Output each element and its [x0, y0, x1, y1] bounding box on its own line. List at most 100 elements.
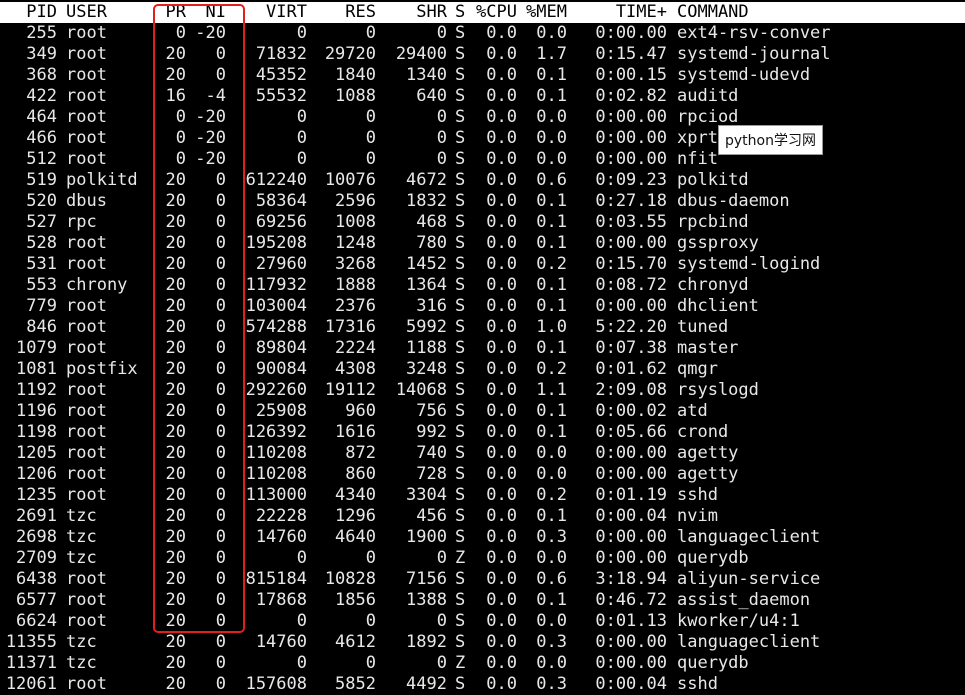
cell-cpu: 0.0: [486, 359, 517, 379]
cell-command: master: [677, 338, 739, 358]
cell-shr: 0: [436, 23, 447, 43]
cell-command: qmgr: [677, 359, 718, 379]
cell-command: xprt: [677, 128, 718, 148]
cell-mem: 0.0: [536, 653, 567, 673]
cell-mem: 0.2: [536, 485, 567, 505]
cell-cpu: 0.0: [486, 191, 517, 211]
cell-command: agetty: [677, 464, 739, 484]
cell-pid: 2698: [16, 527, 57, 547]
cell-res: 960: [345, 401, 376, 421]
cell-virt: 22228: [255, 506, 307, 526]
cell-time: 0:15.70: [595, 254, 667, 274]
cell-user: root: [66, 485, 107, 505]
cell-time: 0:00.00: [595, 653, 667, 673]
cell-virt: 574288: [245, 317, 307, 337]
cell-virt: 0: [296, 107, 307, 127]
cell-pid: 11355: [5, 632, 57, 652]
cell-user: polkitd: [66, 170, 138, 190]
cell-user: root: [66, 107, 107, 127]
cell-virt: 117932: [245, 275, 307, 295]
cell-res: 1856: [335, 590, 376, 610]
cell-mem: 0.1: [536, 191, 567, 211]
cell-user: tzc: [66, 506, 97, 526]
cell-pid: 531: [26, 254, 57, 274]
cell-pid: 779: [26, 296, 57, 316]
cell-state: Z: [455, 548, 466, 568]
cell-cpu: 0.0: [486, 128, 517, 148]
cell-shr: 5992: [406, 317, 447, 337]
cell-res: 860: [345, 464, 376, 484]
header-time[interactable]: TIME+: [580, 2, 667, 23]
cell-shr: 3304: [406, 485, 447, 505]
cell-pid: 527: [26, 212, 57, 232]
cell-state: Z: [455, 653, 466, 673]
cell-time: 0:00.00: [595, 296, 667, 316]
cell-res: 2596: [335, 191, 376, 211]
cell-pid: 2691: [16, 506, 57, 526]
cell-user: root: [66, 86, 107, 106]
cell-user: root: [66, 149, 107, 169]
cell-res: 0: [365, 23, 376, 43]
cell-shr: 1892: [406, 632, 447, 652]
cell-time: 0:00.04: [595, 506, 667, 526]
cell-cpu: 0.0: [486, 569, 517, 589]
cell-shr: 4492: [406, 674, 447, 694]
cell-user: root: [66, 674, 107, 694]
process-table-header: PID USER PR NI VIRT RES SHR S %CPU %MEM …: [0, 2, 965, 23]
header-state[interactable]: S: [455, 2, 465, 23]
cell-command: dhclient: [677, 296, 759, 316]
cell-time: 0:02.82: [595, 86, 667, 106]
header-mem[interactable]: %MEM: [520, 2, 567, 23]
header-shr[interactable]: SHR: [380, 2, 447, 23]
cell-time: 0:00.00: [595, 149, 667, 169]
cell-shr: 0: [436, 653, 447, 673]
header-cpu[interactable]: %CPU: [470, 2, 517, 23]
cell-command: querydb: [677, 653, 749, 673]
cell-mem: 0.1: [536, 422, 567, 442]
cell-state: S: [455, 128, 466, 148]
cell-cpu: 0.0: [486, 107, 517, 127]
cell-virt: 612240: [245, 170, 307, 190]
cell-mem: 0.1: [536, 86, 567, 106]
cell-cpu: 0.0: [486, 23, 517, 43]
cell-pid: 1081: [16, 359, 57, 379]
cell-state: S: [455, 44, 466, 64]
cell-virt: 113000: [245, 485, 307, 505]
cell-user: root: [66, 65, 107, 85]
cell-pid: 6624: [16, 611, 57, 631]
cell-command: gssproxy: [677, 233, 759, 253]
cell-state: S: [455, 254, 466, 274]
cell-shr: 1364: [406, 275, 447, 295]
cell-pid: 422: [26, 86, 57, 106]
cell-mem: 0.1: [536, 590, 567, 610]
cell-state: S: [455, 485, 466, 505]
cell-cpu: 0.0: [486, 443, 517, 463]
cell-user: chrony: [66, 275, 128, 295]
cell-time: 0:00.00: [595, 443, 667, 463]
cell-user: root: [66, 317, 107, 337]
header-user[interactable]: USER: [66, 2, 107, 23]
cell-mem: 0.1: [536, 233, 567, 253]
header-res[interactable]: RES: [310, 2, 376, 23]
cell-command: dbus-daemon: [677, 191, 790, 211]
cell-cpu: 0.0: [486, 65, 517, 85]
cell-cpu: 0.0: [486, 275, 517, 295]
header-pid[interactable]: PID: [0, 2, 57, 23]
cell-command: nfit: [677, 149, 718, 169]
pr-ni-highlight-box: [153, 4, 245, 633]
cell-user: root: [66, 590, 107, 610]
header-virt[interactable]: VIRT: [240, 2, 307, 23]
cell-mem: 0.0: [536, 128, 567, 148]
cell-virt: 0: [296, 149, 307, 169]
header-command[interactable]: COMMAND: [677, 2, 749, 23]
cell-time: 5:22.20: [595, 317, 667, 337]
cell-shr: 740: [416, 443, 447, 463]
cell-command: assist_daemon: [677, 590, 811, 610]
cell-shr: 0: [436, 149, 447, 169]
cell-command: agetty: [677, 443, 739, 463]
cell-pid: 6577: [16, 590, 57, 610]
cell-pid: 1235: [16, 485, 57, 505]
cell-res: 872: [345, 443, 376, 463]
cell-virt: 58364: [255, 191, 307, 211]
cell-virt: 89804: [255, 338, 307, 358]
